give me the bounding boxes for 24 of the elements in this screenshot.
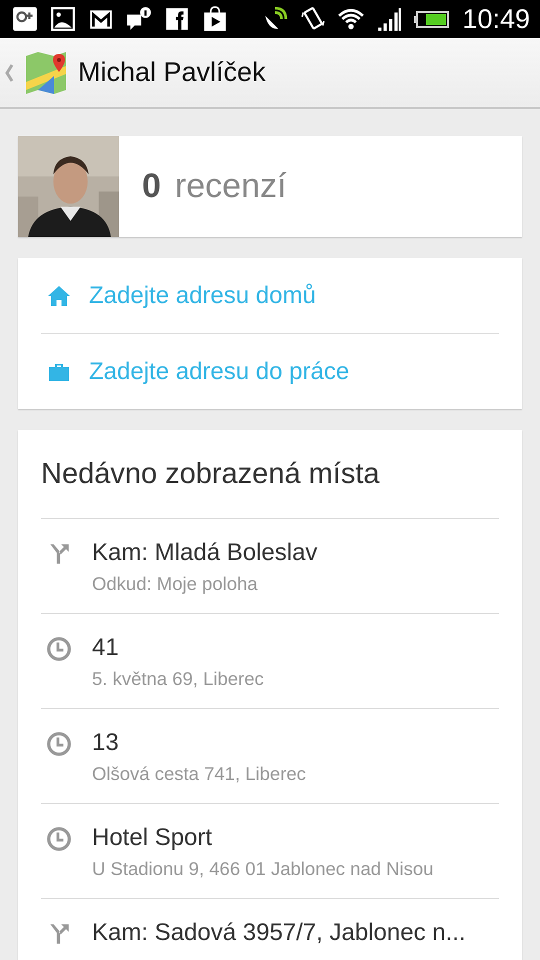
review-label: recenzí bbox=[174, 167, 286, 206]
map-logo-icon[interactable] bbox=[24, 52, 68, 94]
message-info-icon bbox=[126, 6, 152, 32]
recent-place-item[interactable]: Kam: Sadová 3957/7, Jablonec n... bbox=[41, 899, 499, 960]
clock-time: 10:49 bbox=[462, 4, 530, 34]
home-icon bbox=[47, 284, 71, 308]
back-chevron-icon[interactable] bbox=[4, 62, 14, 82]
recent-place-item[interactable]: 13 Olšová cesta 741, Liberec bbox=[41, 709, 499, 804]
wifi-icon bbox=[338, 6, 364, 32]
section-heading: Nedávno zobrazená místa bbox=[41, 430, 499, 519]
clock-icon bbox=[46, 826, 72, 852]
vibrate-icon bbox=[300, 6, 326, 32]
recent-place-item[interactable]: Hotel Sport U Stadionu 9, 466 01 Jablonec nad Nisou bbox=[41, 804, 499, 899]
facebook-icon bbox=[164, 6, 190, 32]
review-count: 0 bbox=[142, 167, 161, 206]
image-icon bbox=[50, 6, 76, 32]
shopping-bag-icon bbox=[202, 6, 228, 32]
screen-title: Michal Pavlíček bbox=[78, 57, 266, 88]
signal-icon bbox=[376, 6, 402, 32]
recent-place-item[interactable]: 41 5. května 69, Liberec bbox=[41, 614, 499, 709]
google-plus-icon bbox=[12, 6, 38, 32]
clock-icon bbox=[46, 636, 72, 662]
clock-icon bbox=[46, 731, 72, 757]
recent-place-item[interactable]: Kam: Mladá Boleslav Odkud: Moje poloha bbox=[41, 519, 499, 614]
